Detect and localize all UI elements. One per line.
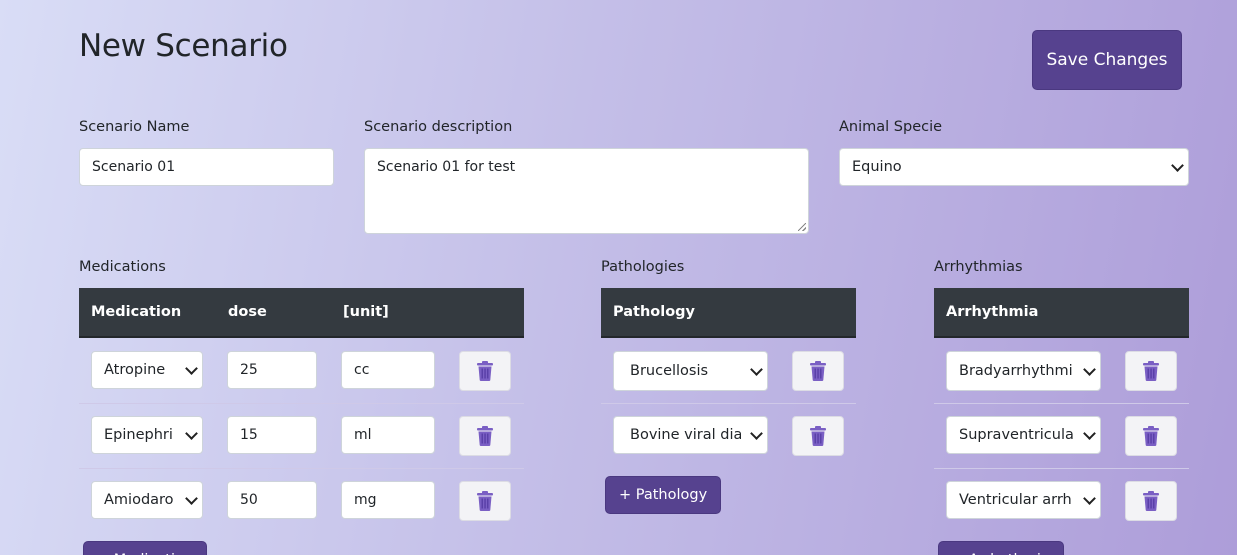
dose-value: 25: [240, 362, 258, 378]
trash-icon: [1143, 491, 1159, 511]
arrhythmia-select[interactable]: Ventricular arrh: [946, 481, 1101, 519]
delete-arrhythmia-button[interactable]: [1125, 416, 1177, 456]
delete-pathology-button[interactable]: [792, 416, 844, 456]
trash-icon: [477, 426, 493, 446]
medication-select[interactable]: Atropine: [91, 351, 203, 389]
chevron-down-icon: [1083, 363, 1096, 376]
scenario-name-label: Scenario Name: [79, 119, 190, 135]
column-header-unit: [unit]: [343, 304, 389, 320]
scenario-description-value: Scenario 01 for test: [377, 159, 516, 175]
column-header-arrhythmia: Arrhythmia: [946, 304, 1039, 320]
pathology-select[interactable]: Bovine viral diar: [613, 416, 768, 454]
animal-specie-select[interactable]: Equino: [839, 148, 1189, 186]
delete-arrhythmia-button[interactable]: [1125, 481, 1177, 521]
chevron-down-icon: [185, 362, 198, 375]
trash-icon: [1143, 426, 1159, 446]
medication-value: Atropine: [104, 362, 166, 378]
column-header-dose: dose: [228, 304, 267, 320]
dose-input[interactable]: 15: [227, 416, 317, 454]
arrhythmia-value: Bradyarrhythmi: [959, 363, 1073, 379]
unit-input[interactable]: mg: [341, 481, 435, 519]
pathologies-table-header: Pathology: [601, 288, 856, 338]
medication-select[interactable]: Epinephri: [91, 416, 203, 454]
delete-medication-button[interactable]: [459, 351, 511, 391]
arrhythmias-label: Arrhythmias: [934, 259, 1023, 275]
column-header-medication: Medication: [91, 304, 182, 320]
chevron-down-icon: [185, 492, 198, 505]
trash-icon: [477, 491, 493, 511]
scenario-description-label: Scenario description: [364, 119, 513, 135]
unit-input[interactable]: ml: [341, 416, 435, 454]
chevron-down-icon: [750, 427, 763, 440]
delete-medication-button[interactable]: [459, 416, 511, 456]
resize-handle-icon[interactable]: [798, 223, 806, 231]
add-arrhythmia-button[interactable]: + Arrhythmia: [938, 541, 1064, 555]
delete-pathology-button[interactable]: [792, 351, 844, 391]
chevron-down-icon: [1083, 492, 1096, 505]
trash-icon: [1143, 361, 1159, 381]
pathology-select[interactable]: Brucellosis: [613, 351, 768, 391]
pathology-value: Bovine viral diar: [630, 427, 741, 443]
scenario-name-input[interactable]: Scenario 01: [79, 148, 334, 186]
unit-value: cc: [354, 362, 370, 378]
row-divider: [601, 403, 856, 404]
chevron-down-icon: [1083, 427, 1096, 440]
dose-input[interactable]: 25: [227, 351, 317, 389]
unit-value: mg: [354, 492, 377, 508]
column-header-pathology: Pathology: [613, 304, 696, 320]
medications-label: Medications: [79, 259, 166, 275]
row-divider: [79, 403, 524, 404]
add-medication-button[interactable]: + Medication: [83, 541, 208, 555]
medication-select[interactable]: Amiodaro: [91, 481, 203, 519]
arrhythmia-value: Ventricular arrh: [959, 492, 1072, 508]
add-pathology-button[interactable]: + Pathology: [605, 476, 722, 514]
unit-value: ml: [354, 427, 372, 443]
delete-arrhythmia-button[interactable]: [1125, 351, 1177, 391]
chevron-down-icon: [750, 363, 763, 376]
scenario-name-value: Scenario 01: [92, 159, 176, 175]
dose-value: 50: [240, 492, 258, 508]
row-divider: [79, 468, 524, 469]
trash-icon: [810, 361, 826, 381]
chevron-down-icon: [1171, 159, 1184, 172]
delete-medication-button[interactable]: [459, 481, 511, 521]
trash-icon: [810, 426, 826, 446]
dose-value: 15: [240, 427, 258, 443]
arrhythmias-table-header: Arrhythmia: [934, 288, 1189, 338]
animal-specie-label: Animal Specie: [839, 119, 943, 135]
trash-icon: [477, 361, 493, 381]
animal-specie-value: Equino: [852, 159, 902, 175]
arrhythmia-value: Supraventricula: [959, 427, 1074, 443]
arrhythmia-select[interactable]: Bradyarrhythmi: [946, 351, 1101, 391]
medications-table-header: Medication dose [unit]: [79, 288, 524, 338]
scenario-description-textarea[interactable]: Scenario 01 for test: [364, 148, 809, 234]
page-title: New Scenario: [79, 28, 288, 64]
row-divider: [934, 403, 1189, 404]
pathologies-label: Pathologies: [601, 259, 685, 275]
pathology-value: Brucellosis: [630, 363, 709, 379]
arrhythmia-select[interactable]: Supraventricula: [946, 416, 1101, 454]
unit-input[interactable]: cc: [341, 351, 435, 389]
chevron-down-icon: [185, 427, 198, 440]
medication-value: Amiodaro: [104, 492, 174, 508]
save-changes-button[interactable]: Save Changes: [1032, 30, 1182, 90]
dose-input[interactable]: 50: [227, 481, 317, 519]
row-divider: [934, 468, 1189, 469]
medication-value: Epinephri: [104, 427, 173, 443]
